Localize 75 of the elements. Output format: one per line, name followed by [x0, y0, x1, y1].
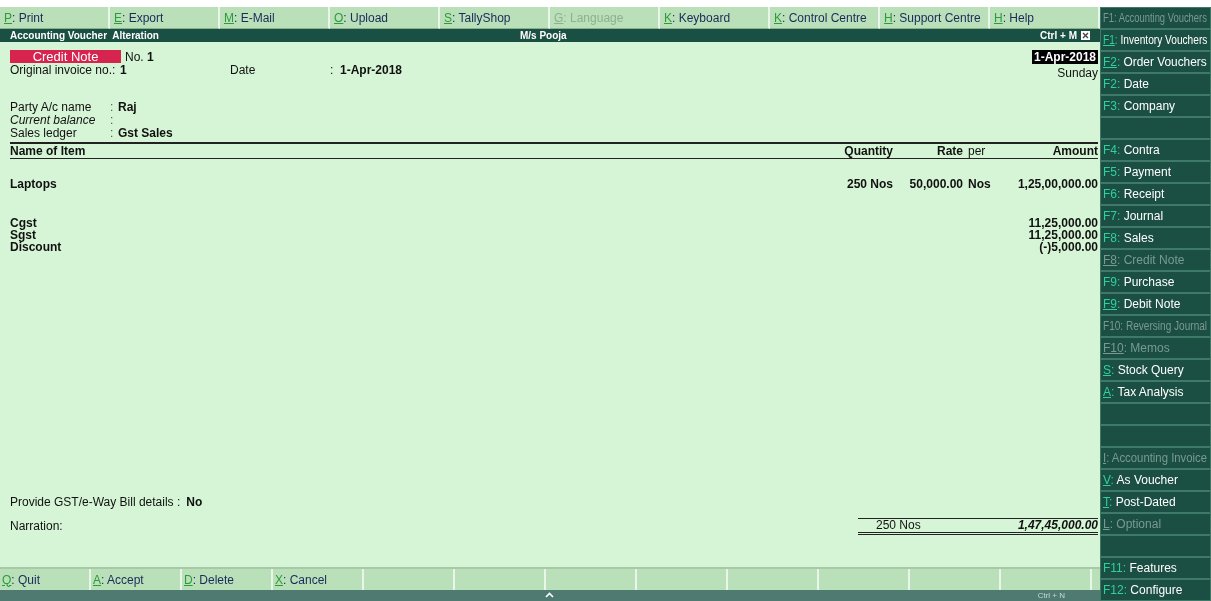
field-value: 1-Apr-2018	[340, 62, 403, 79]
separator-colon: :	[110, 126, 115, 139]
field-label: Original invoice no.:	[10, 62, 117, 79]
sidebar-button[interactable]: T: Post-Dated	[1103, 496, 1176, 508]
separator-colon: :	[330, 62, 335, 79]
field-value: Gst Sales	[118, 126, 173, 139]
close-icon	[1082, 32, 1089, 39]
sidebar-button[interactable]: S: Stock Query	[1103, 364, 1184, 376]
table-cell-text: 250 Nos	[845, 176, 893, 193]
caret-up-icon[interactable]	[545, 592, 554, 598]
field-value: No	[186, 494, 203, 511]
date-field[interactable]: 1-Apr-2018	[1031, 50, 1098, 64]
menu-button[interactable]: E: Export	[110, 7, 220, 29]
table-cell-text: Sgst	[10, 228, 36, 243]
sidebar-button[interactable]: F5: Payment	[1103, 166, 1172, 178]
menu-button[interactable]: K: Keyboard	[660, 7, 770, 29]
action-button[interactable]: Q: Quit	[0, 569, 91, 590]
field-label: Narration:	[10, 518, 64, 535]
column-header: Name of Item	[10, 143, 87, 160]
menu-button[interactable]: H: Help	[990, 7, 1100, 29]
window-title: Accounting Voucher Alteration	[10, 29, 160, 43]
company-name: M/s Pooja	[520, 29, 568, 43]
table-cell-text: 11,25,000.00	[1027, 228, 1098, 242]
table-cell-text: 50,000.00	[908, 176, 963, 193]
action-button[interactable]: D: Delete	[182, 569, 273, 590]
field-label: Party A/c name	[10, 100, 93, 113]
separator-colon: :	[110, 113, 115, 126]
column-header: Rate	[936, 143, 963, 160]
column-header: per	[967, 143, 987, 160]
table-cell-text: Laptops	[10, 176, 58, 193]
sidebar-button[interactable]: V: As Voucher	[1103, 474, 1178, 486]
total-amount: 1,47,45,000.00	[1017, 517, 1098, 534]
field-value: 1	[120, 62, 128, 79]
action-button[interactable]: X: Cancel	[273, 569, 364, 590]
separator-colon: :	[110, 100, 115, 113]
sidebar-button[interactable]: F9: Debit Note	[1103, 298, 1181, 310]
table-cell-text: Discount	[10, 240, 63, 256]
menu-button[interactable]: M: E-Mail	[220, 7, 330, 29]
menu-button[interactable]: P: Print	[0, 7, 110, 29]
sidebar-button[interactable]: F6: Receipt	[1103, 188, 1165, 200]
sidebar-button[interactable]: F1: Inventory Vouchers	[1103, 34, 1208, 46]
menu-button[interactable]: O: Upload	[330, 7, 440, 29]
weekday-label: Sunday	[1057, 65, 1098, 82]
total-quantity: 250 Nos	[875, 517, 922, 534]
table-cell-text: (-)5,000.00	[1039, 240, 1098, 256]
column-header: Quantity	[843, 143, 893, 160]
sidebar-button[interactable]: F4: Contra	[1103, 144, 1160, 156]
voucher-number: No. 1	[125, 48, 154, 65]
sidebar-button[interactable]: F11: Features	[1103, 562, 1177, 574]
sidebar-button[interactable]: F3: Company	[1103, 100, 1176, 112]
field-label: Provide GST/e-Way Bill details :	[10, 494, 181, 511]
field-label: Current balance	[10, 113, 97, 126]
sidebar-button[interactable]: F9: Purchase	[1103, 276, 1175, 288]
sidebar-button[interactable]: A: Tax Analysis	[1103, 386, 1184, 398]
field-label: Date	[230, 62, 257, 79]
voucher-type-badge: Credit Note	[10, 50, 121, 63]
menu-button[interactable]: H: Support Centre	[880, 7, 990, 29]
sidebar-button[interactable]: F12: Configure	[1103, 584, 1183, 596]
action-button[interactable]: A: Accept	[91, 569, 182, 590]
field-label: Sales ledger	[10, 126, 78, 139]
shortcut-label: Ctrl + M	[1040, 29, 1077, 43]
table-cell-text: 1,25,00,000.00	[1016, 176, 1098, 193]
sidebar-button[interactable]: F2: Date	[1103, 78, 1150, 90]
sidebar-button[interactable]: F7: Journal	[1103, 210, 1164, 222]
sidebar-button[interactable]: F2: Order Vouchers	[1103, 56, 1207, 68]
column-header: Amount	[1051, 143, 1098, 160]
sidebar-button[interactable]: F8: Sales	[1103, 232, 1154, 244]
shortcut-label: Ctrl + N	[1037, 591, 1065, 600]
menu-button[interactable]: S: TallyShop	[440, 7, 550, 29]
close-button[interactable]	[1081, 31, 1090, 40]
field-value: Raj	[118, 100, 137, 113]
table-cell-text: Nos	[967, 176, 992, 193]
table-cell-text: 11,25,000.00	[1027, 215, 1098, 230]
table-cell-text: Cgst	[10, 215, 38, 231]
menu-button[interactable]: K: Control Centre	[770, 7, 880, 29]
